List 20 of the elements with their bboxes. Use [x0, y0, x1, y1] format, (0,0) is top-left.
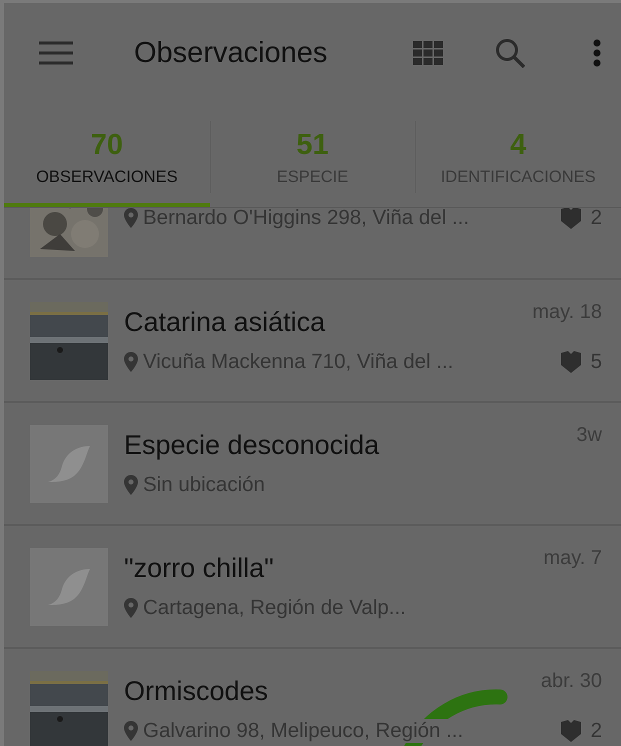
observation-title: Catarina asiática — [124, 307, 326, 338]
location-pin-icon — [124, 208, 138, 228]
screen-title: Observaciones — [134, 36, 328, 70]
location-pin-icon — [124, 721, 138, 741]
more-icon[interactable] — [593, 39, 601, 67]
observation-title: Especie desconocida — [124, 430, 380, 461]
grid-icon[interactable] — [413, 41, 443, 65]
tab[interactable]: 70 OBSERVACIONES — [4, 103, 210, 207]
location-pin-icon — [124, 352, 138, 372]
leaf-icon — [46, 444, 92, 484]
shield-icon — [560, 351, 581, 373]
location-pin-icon — [124, 598, 138, 618]
menu-icon[interactable] — [38, 41, 74, 65]
shield-icon — [560, 720, 581, 742]
search-icon[interactable] — [495, 38, 525, 68]
leaf-icon — [46, 566, 92, 606]
shield-icon — [560, 208, 581, 228]
location-pin-icon — [124, 475, 138, 495]
observation-title: "zorro chilla" — [124, 553, 274, 584]
observation-title: Ormiscodes — [124, 676, 268, 707]
